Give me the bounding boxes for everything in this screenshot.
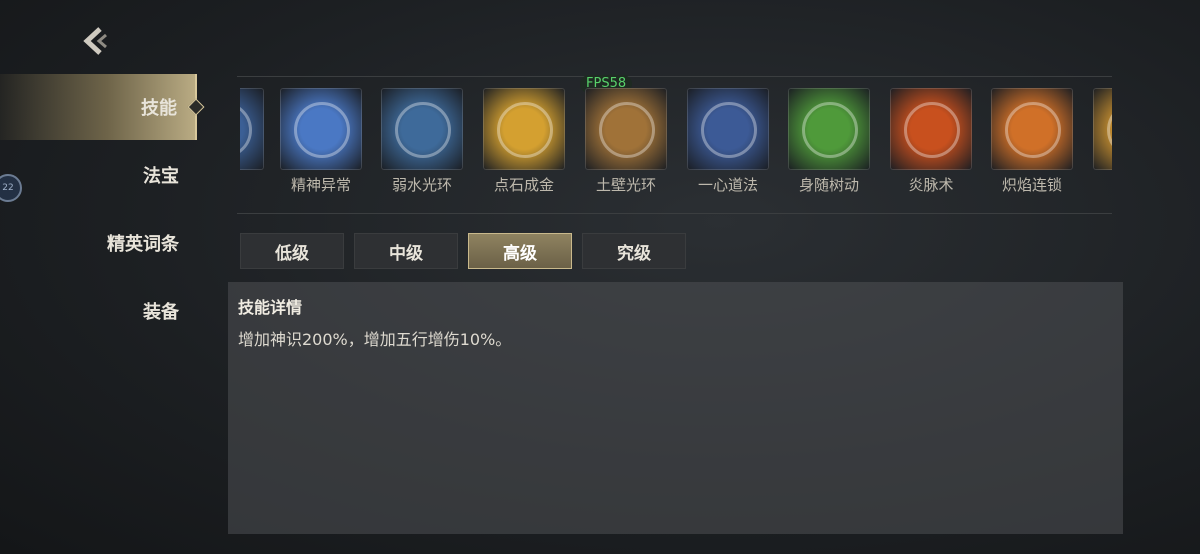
tab-label: 高级 [503,243,537,264]
detail-text: 增加神识200%，增加五行增伤10%。 [238,330,512,349]
icon-ring [904,102,960,158]
tab-low[interactable]: 低级 [240,233,344,269]
sidebar-item-treasure[interactable]: 法宝 [0,142,197,208]
back-button[interactable] [78,24,112,58]
tab-label: 低级 [275,243,309,264]
tab-label: 中级 [389,243,423,264]
icon-ring [701,102,757,158]
divider [237,213,1112,214]
skill-item[interactable]: 土壁光环 [583,88,669,195]
flame-swirl-icon [890,88,972,170]
skill-item[interactable]: 炽焰连锁 [989,88,1075,195]
tree-figure-icon [788,88,870,170]
skill-name: 金 [1091,174,1112,195]
skill-item[interactable]: 去 [240,88,266,195]
icon-ring [1005,102,1061,158]
skill-name: 精神异常 [290,176,351,194]
skill-name: 一心道法 [697,176,758,194]
skill-name: 去 [240,174,266,195]
sidebar-item-skills[interactable]: 技能 [0,74,205,140]
sidebar-item-equipment[interactable]: 装备 [0,278,197,344]
skill-item[interactable]: 弱水光环 [379,88,465,195]
skill-item[interactable]: 一心道法 [685,88,771,195]
partial-gold-icon [1093,88,1112,170]
tab-mid[interactable]: 中级 [354,233,458,269]
sidebar-item-label: 法宝 [143,166,179,187]
burning-figure-icon [991,88,1073,170]
sidebar-item-label: 精英词条 [107,234,179,255]
gold-swirl-icon [483,88,565,170]
skill-name: 炽焰连锁 [1001,176,1062,194]
skill-item[interactable]: 金 [1091,88,1112,195]
sidebar: 技能 法宝 精英词条 装备 [0,74,205,554]
earth-ring-icon [585,88,667,170]
tab-ultimate[interactable]: 究级 [582,233,686,269]
water-ring-icon [381,88,463,170]
partial-skill-icon [240,88,264,170]
tab-high[interactable]: 高级 [468,233,572,269]
tab-label: 究级 [617,243,651,264]
back-arrow-icon [83,27,107,55]
skill-list[interactable]: 去 精神异常 弱水光环 点石成金 土壁光环 一心道法 身随树动 炎脉术 炽焰连锁 金 [240,88,1112,198]
icon-ring [599,102,655,158]
icon-ring [1107,102,1112,158]
sidebar-item-label: 技能 [141,98,177,119]
active-marker-icon [187,98,205,116]
icon-ring [240,102,252,158]
skill-item[interactable]: 点石成金 [481,88,567,195]
sidebar-item-elite-affix[interactable]: 精英词条 [0,210,197,276]
skill-name: 炎脉术 [908,176,954,194]
lightning-orb-icon [280,88,362,170]
skill-item[interactable]: 身随树动 [786,88,872,195]
icon-ring [497,102,553,158]
skill-name: 土壁光环 [595,176,656,194]
skill-item[interactable]: 精神异常 [278,88,364,195]
detail-title: 技能详情 [238,298,303,317]
skill-name: 点石成金 [493,176,554,194]
icon-ring [294,102,350,158]
skill-item[interactable]: 炎脉术 [888,88,974,195]
skill-name: 身随树动 [798,176,859,194]
divider [237,76,1112,77]
icon-ring [395,102,451,158]
icon-ring [802,102,858,158]
skill-detail-panel: 技能详情 增加神识200%，增加五行增伤10%。 [228,282,1123,534]
shield-crest-icon [687,88,769,170]
sidebar-item-label: 装备 [143,302,179,323]
skill-name: 弱水光环 [391,176,452,194]
